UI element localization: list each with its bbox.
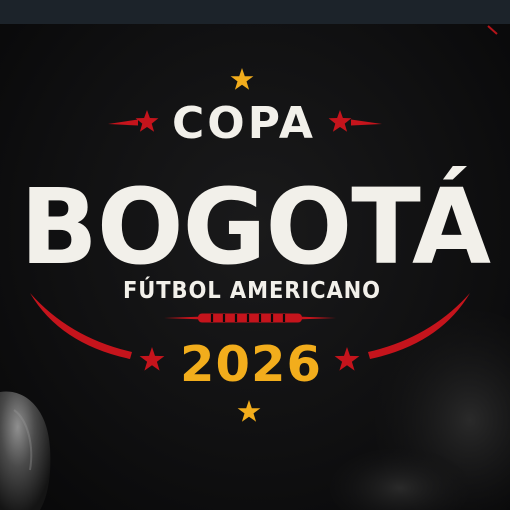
corner-mark xyxy=(487,25,498,35)
star-icon xyxy=(328,110,352,132)
star-icon xyxy=(237,400,261,422)
flourish-left xyxy=(108,119,138,126)
football-laces-icon xyxy=(164,313,336,323)
title-bogota: BOGOTÁ xyxy=(20,166,490,288)
star-icon xyxy=(139,347,165,371)
arc-left xyxy=(30,293,132,359)
subtitle-futbol-americano: FÚTBOL AMERICANO xyxy=(123,276,381,304)
flourish-right xyxy=(351,119,382,126)
poster: COPA BOGOTÁ FÚTBOL AMERICANO 2026 xyxy=(0,0,510,510)
athlete-silhouette-left xyxy=(0,391,51,510)
copa-bogota-logo: COPA BOGOTÁ FÚTBOL AMERICANO 2026 xyxy=(0,25,510,510)
star-icon xyxy=(230,68,254,90)
eyebrow-copa: COPA xyxy=(172,98,316,149)
star-icon xyxy=(135,110,159,132)
star-icon xyxy=(334,347,360,371)
year-2026: 2026 xyxy=(180,336,322,393)
